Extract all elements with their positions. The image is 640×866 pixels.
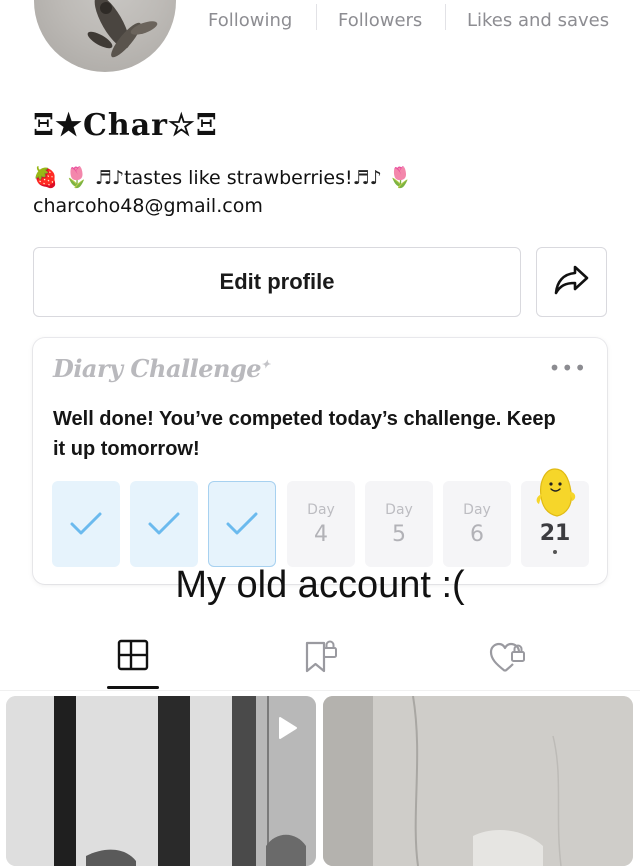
bookmark-lock-icon[interactable] bbox=[302, 638, 340, 680]
following-stat[interactable]: Following bbox=[208, 10, 292, 31]
check-icon bbox=[70, 512, 102, 535]
bio-text: tastes like strawberries! bbox=[124, 167, 353, 189]
likes-and-saves-stat[interactable]: Likes and saves bbox=[467, 10, 609, 31]
profile-avatar[interactable] bbox=[34, 0, 176, 72]
profile-email: charcoho48@gmail.com bbox=[33, 195, 263, 217]
post-thumbnail[interactable] bbox=[6, 696, 316, 866]
check-icon bbox=[226, 512, 258, 535]
mascot-icon bbox=[536, 468, 576, 517]
day-number: 6 bbox=[470, 521, 484, 547]
edit-profile-button[interactable]: Edit profile bbox=[33, 247, 521, 317]
day-1-checkbox bbox=[52, 481, 120, 567]
tulip-icon: 🌷 bbox=[387, 165, 413, 189]
tulip-icon: 🌷 bbox=[63, 165, 89, 189]
dot-indicator bbox=[553, 549, 557, 554]
heart-lock-icon[interactable] bbox=[488, 638, 528, 680]
profile-bio: 🍓 🌷 ♬♪tastes like strawberries!♬♪ 🌷 bbox=[33, 165, 413, 189]
display-name: Ξ★Char☆Ξ bbox=[33, 108, 218, 143]
followers-stat[interactable]: Followers bbox=[338, 10, 422, 31]
day-number: 21 bbox=[539, 520, 571, 546]
day-label: Day bbox=[385, 501, 413, 518]
stat-divider bbox=[316, 4, 317, 30]
profile-tab-bar bbox=[0, 632, 640, 692]
post-image bbox=[6, 696, 316, 866]
strawberry-icon: 🍓 bbox=[33, 165, 58, 189]
play-icon bbox=[279, 717, 297, 739]
grid-layout-icon[interactable] bbox=[116, 638, 150, 676]
day-label: Day bbox=[307, 501, 335, 518]
music-notes-icon: ♬♪ bbox=[94, 167, 125, 189]
day-6-tile: Day 6 bbox=[443, 481, 511, 567]
day-3-checkbox bbox=[208, 481, 276, 567]
more-options-icon[interactable]: ••• bbox=[549, 356, 587, 380]
day-5-tile: Day 5 bbox=[365, 481, 433, 567]
post-thumbnail[interactable] bbox=[323, 696, 633, 866]
diary-challenge-logo: Diary Challenge✦ bbox=[53, 354, 270, 383]
day-number: 4 bbox=[314, 521, 328, 547]
day-4-tile: Day 4 bbox=[287, 481, 355, 567]
share-button[interactable] bbox=[536, 247, 607, 317]
share-arrow-icon bbox=[553, 263, 591, 301]
divider bbox=[0, 690, 640, 691]
caption-text: My old account :( bbox=[175, 564, 465, 606]
post-image bbox=[323, 696, 633, 866]
check-icon bbox=[148, 512, 180, 535]
selected-tab-underline bbox=[107, 686, 159, 689]
day-2-checkbox bbox=[130, 481, 198, 567]
day-number: 5 bbox=[392, 521, 406, 547]
music-notes-icon: ♬♪ bbox=[352, 167, 382, 189]
day-label: Day bbox=[463, 501, 491, 518]
profile-stats: Following Followers Likes and saves bbox=[190, 4, 640, 36]
diary-message: Well done! You’ve competed today’s chall… bbox=[53, 408, 556, 460]
diary-challenge-card[interactable]: Diary Challenge✦ ••• Well done! You’ve c… bbox=[33, 338, 607, 584]
stat-divider bbox=[445, 4, 446, 30]
